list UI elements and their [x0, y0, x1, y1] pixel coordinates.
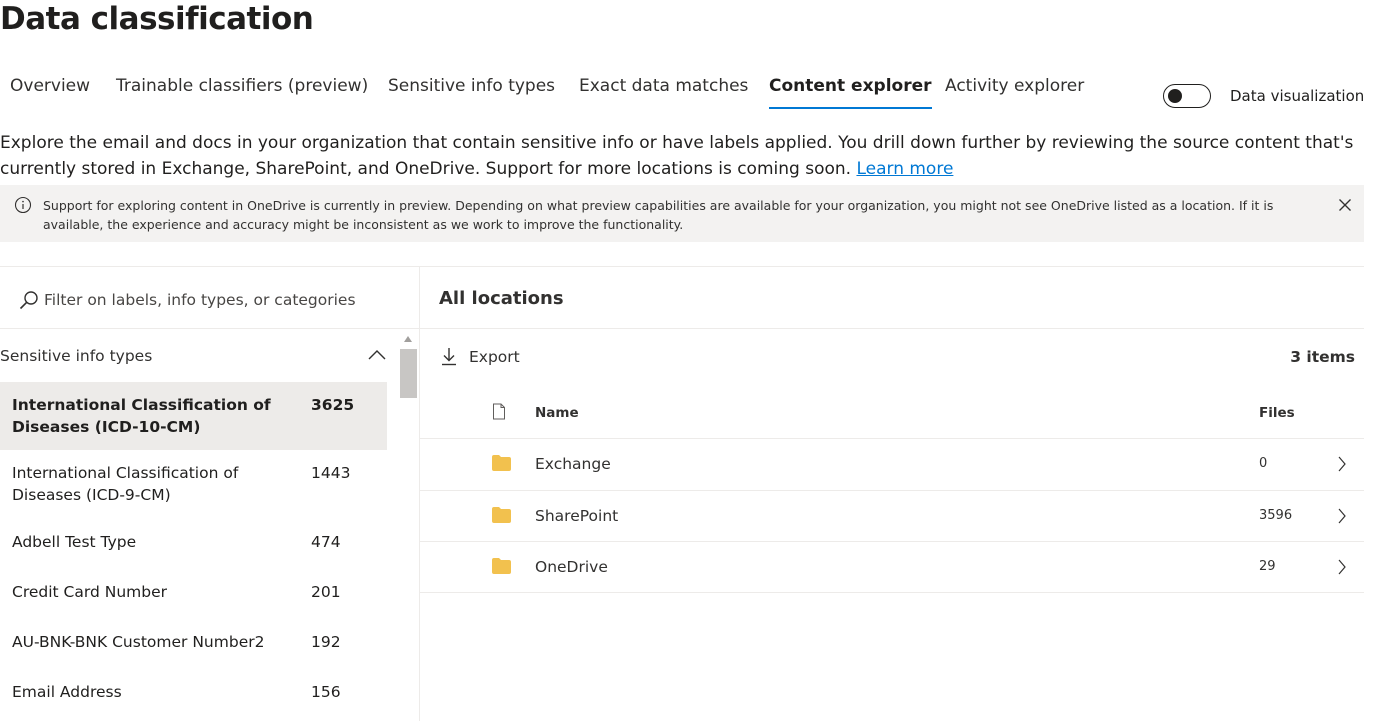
- info-type-name: Credit Card Number: [12, 583, 167, 601]
- chevron-right-icon[interactable]: [1337, 456, 1347, 472]
- list-item[interactable]: Email Address 156: [0, 670, 387, 720]
- info-type-name: Adbell Test Type: [12, 533, 137, 551]
- search-icon: [19, 291, 38, 310]
- location-name: Exchange: [535, 455, 611, 473]
- info-type-count: 3625: [311, 396, 355, 414]
- chevron-up-icon[interactable]: [367, 347, 387, 361]
- location-files-count: 3596: [1259, 508, 1293, 523]
- folder-icon: [492, 558, 511, 574]
- location-name: OneDrive: [535, 558, 608, 576]
- data-visualization-label: Data visualization: [1230, 87, 1365, 105]
- location-files-count: 29: [1259, 559, 1276, 574]
- section-header-label: Sensitive info types: [0, 347, 153, 365]
- location-name: SharePoint: [535, 507, 619, 525]
- list-item[interactable]: AU-BNK-BNK Customer Number2 192: [0, 620, 387, 670]
- data-visualization-toggle[interactable]: [1163, 84, 1211, 108]
- description-text: Explore the email and docs in your organ…: [0, 133, 1354, 179]
- info-icon: [14, 196, 32, 214]
- file-icon: [493, 403, 505, 420]
- table-row[interactable]: OneDrive 29: [420, 542, 1364, 593]
- folder-icon: [492, 507, 511, 523]
- tab-exact-data-matches[interactable]: Exact data matches: [579, 72, 748, 112]
- table-row[interactable]: SharePoint 3596: [420, 491, 1364, 542]
- tab-sensitive-info-types[interactable]: Sensitive info types: [388, 72, 555, 112]
- tab-trainable-classifiers[interactable]: Trainable classifiers (preview): [116, 72, 368, 112]
- column-header-name[interactable]: Name: [535, 403, 579, 423]
- learn-more-link[interactable]: Learn more: [856, 159, 953, 179]
- tab-activity-explorer[interactable]: Activity explorer: [945, 72, 1084, 112]
- list-item[interactable]: International Classification of Diseases…: [0, 450, 387, 520]
- filter-divider: [0, 328, 419, 329]
- row-divider: [420, 592, 1364, 593]
- list-item[interactable]: Credit Card Number 201: [0, 570, 387, 620]
- panel-top-divider: [0, 266, 1364, 267]
- info-type-name: Email Address: [12, 683, 122, 701]
- toggle-knob: [1168, 88, 1182, 103]
- sensitive-info-types-header[interactable]: Sensitive info types: [0, 343, 390, 369]
- scroll-thumb[interactable]: [400, 349, 417, 398]
- info-type-name: International Classification of Diseases…: [12, 464, 239, 504]
- content-explorer-page: Data classification Overview Trainable c…: [0, 0, 1381, 721]
- info-type-name: AU-BNK-BNK Customer Number2: [12, 633, 265, 651]
- list-item[interactable]: International Classification of Diseases…: [0, 382, 387, 450]
- info-type-count: 201: [311, 583, 341, 601]
- folder-icon: [492, 455, 511, 471]
- item-count: 3 items: [1290, 348, 1355, 366]
- tab-overview[interactable]: Overview: [10, 72, 90, 112]
- table-row[interactable]: Exchange 0: [420, 439, 1364, 490]
- info-type-count: 156: [311, 683, 341, 701]
- preview-banner: Support for exploring content in OneDriv…: [0, 185, 1364, 242]
- scroll-up-arrow-icon[interactable]: [403, 335, 413, 343]
- banner-message: Support for exploring content in OneDriv…: [43, 198, 1274, 232]
- filter-box[interactable]: [18, 288, 413, 312]
- close-icon[interactable]: [1337, 197, 1353, 213]
- export-label: Export: [469, 348, 520, 366]
- info-type-count: 474: [311, 533, 341, 551]
- location-files-count: 0: [1259, 456, 1268, 471]
- info-type-count: 1443: [311, 464, 351, 482]
- tab-content-explorer[interactable]: Content explorer: [769, 72, 932, 112]
- locations-title-divider: [420, 328, 1364, 329]
- page-title: Data classification: [0, 1, 314, 37]
- chevron-right-icon[interactable]: [1337, 508, 1347, 524]
- filter-input[interactable]: [44, 288, 404, 312]
- page-description: Explore the email and docs in your organ…: [0, 130, 1375, 182]
- info-type-count: 192: [311, 633, 341, 651]
- chevron-right-icon[interactable]: [1337, 559, 1347, 575]
- list-item[interactable]: Adbell Test Type 474: [0, 520, 387, 570]
- download-icon: [442, 348, 456, 366]
- locations-title: All locations: [439, 288, 564, 309]
- list-scrollbar[interactable]: [398, 330, 418, 721]
- export-button[interactable]: Export: [440, 344, 540, 370]
- info-type-name: International Classification of Diseases…: [12, 396, 271, 436]
- column-header-files[interactable]: Files: [1259, 403, 1295, 423]
